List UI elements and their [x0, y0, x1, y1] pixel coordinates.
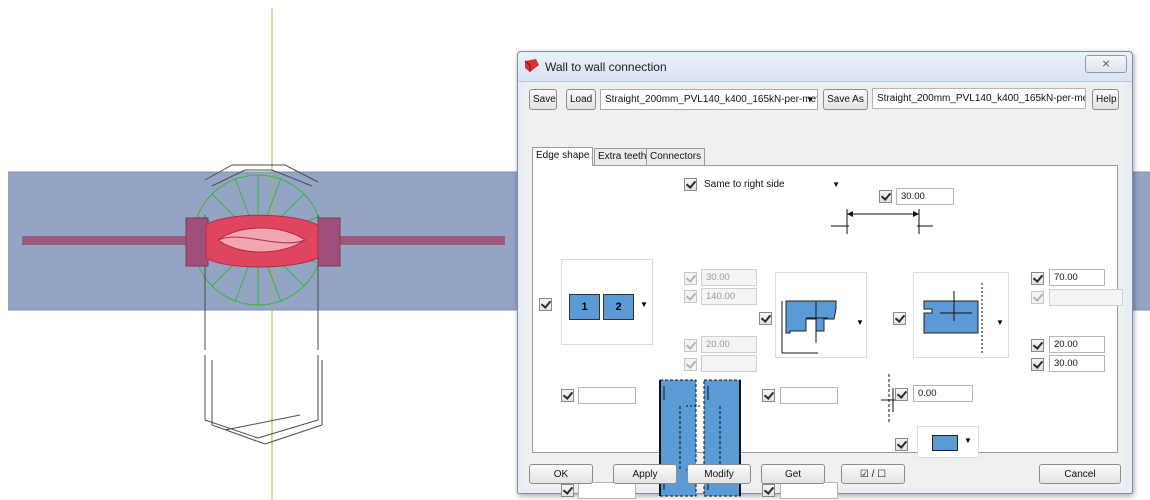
dropdown-arrow-icon: ▼ [964, 436, 972, 445]
left-value-1[interactable]: 30.00 [701, 269, 757, 286]
left-value-2[interactable]: 140.00 [701, 288, 757, 305]
save-button[interactable]: Save [529, 89, 557, 110]
toggle-checkboxes-button[interactable]: ☑ / ☐ [841, 464, 905, 484]
left-value-2-checkbox[interactable] [684, 290, 697, 303]
end-plate-left [185, 217, 209, 267]
wall-1-box: 1 [569, 294, 600, 320]
right-value-2[interactable] [1049, 289, 1123, 306]
right-value-2-checkbox[interactable] [1031, 291, 1044, 304]
offset-checkbox[interactable] [895, 388, 908, 401]
side-mode-combo[interactable]: Same to right side ▼ [700, 175, 843, 196]
tab-extra-teeth[interactable]: Extra teeth [594, 148, 651, 165]
save-as-button[interactable]: Save As [823, 89, 868, 110]
dropdown-arrow-icon: ▼ [832, 180, 840, 189]
right-edge-shape-selector[interactable]: ▼ [913, 272, 1009, 358]
help-button[interactable]: Help [1092, 89, 1119, 110]
get-button[interactable]: Get [761, 464, 825, 484]
left-value-3[interactable]: 20.00 [701, 336, 757, 353]
loop-connector [205, 214, 319, 268]
lower-right-top-checkbox[interactable] [762, 389, 775, 402]
modify-button[interactable]: Modify [687, 464, 751, 484]
svg-text:▼: ▼ [996, 318, 1004, 327]
left-value-3-checkbox[interactable] [684, 339, 697, 352]
left-edge-icon: ▼ [781, 300, 864, 354]
gap-checkbox[interactable] [879, 190, 892, 203]
connector-rod-left [22, 236, 190, 245]
lower-left-top-checkbox[interactable] [561, 389, 574, 402]
lower-left-top-field[interactable] [578, 387, 636, 404]
close-button[interactable]: ⨯ [1085, 55, 1127, 73]
end-shape-selector[interactable]: ▼ [917, 426, 979, 458]
apply-button[interactable]: Apply [613, 464, 677, 484]
end-shape-checkbox[interactable] [895, 438, 908, 451]
left-value-4-checkbox[interactable] [684, 358, 697, 371]
app-icon [524, 59, 539, 72]
gap-field[interactable]: 30.00 [896, 188, 954, 205]
wall-type-checkbox[interactable] [539, 298, 552, 311]
right-value-3[interactable]: 20.00 [1049, 336, 1105, 353]
right-value-4-checkbox[interactable] [1031, 358, 1044, 371]
svg-text:▼: ▼ [856, 318, 864, 327]
title-bar[interactable]: Wall to wall connection ⨯ [518, 52, 1132, 82]
left-value-4[interactable] [701, 355, 757, 372]
ok-button[interactable]: OK [529, 464, 593, 484]
right-edge-icon: ▼ [923, 283, 1004, 353]
cancel-button[interactable]: Cancel [1039, 464, 1121, 484]
wall-type-selector[interactable]: 1 2 ▼ [561, 259, 653, 345]
dropdown-arrow-icon: ▼ [640, 300, 648, 309]
load-preset-value: Straight_200mm_PVL140_k400_165kN-per-met… [605, 94, 818, 105]
offset-field[interactable]: 0.00 [913, 385, 973, 402]
save-as-input[interactable]: Straight_200mm_PVL140_k400_165kN-per-met… [872, 88, 1086, 109]
left-edge-checkbox[interactable] [759, 312, 772, 325]
right-value-1[interactable]: 70.00 [1049, 269, 1105, 286]
tab-edge-shape[interactable]: Edge shape [532, 147, 594, 166]
right-value-3-checkbox[interactable] [1031, 339, 1044, 352]
load-button[interactable]: Load [566, 89, 596, 110]
wall-connection-dialog: Wall to wall connection ⨯ Save Load Stra… [517, 51, 1133, 499]
side-mode-value: Same to right side [704, 179, 785, 190]
right-value-1-checkbox[interactable] [1031, 272, 1044, 285]
dialog-body: Save Load Straight_200mm_PVL140_k400_165… [525, 82, 1125, 499]
edge-shape-panel: Same to right side ▼ 30.00 1 2 ▼ 30.00 1… [532, 165, 1123, 458]
dialog-title: Wall to wall connection [545, 60, 667, 74]
load-preset-combo[interactable]: Straight_200mm_PVL140_k400_165kN-per-met… [600, 89, 818, 110]
same-side-checkbox[interactable] [684, 178, 697, 191]
end-plate-right [317, 217, 341, 267]
left-edge-shape-selector[interactable]: ▼ [775, 272, 867, 358]
left-value-1-checkbox[interactable] [684, 272, 697, 285]
connector-rod-right [338, 236, 505, 245]
tab-connectors[interactable]: Connectors [646, 148, 706, 165]
right-value-4[interactable]: 30.00 [1049, 355, 1105, 372]
close-icon: ⨯ [1101, 58, 1111, 70]
lower-right-top-field[interactable] [780, 387, 838, 404]
dropdown-arrow-icon: ▼ [806, 95, 814, 104]
right-edge-checkbox[interactable] [893, 312, 906, 325]
wall-2-box: 2 [603, 294, 634, 320]
gap-dimension-arrow [831, 209, 933, 234]
dialog-footer: OK Apply Modify Get ☑ / ☐ Cancel [525, 460, 1125, 488]
end-shape-swatch [932, 435, 958, 451]
